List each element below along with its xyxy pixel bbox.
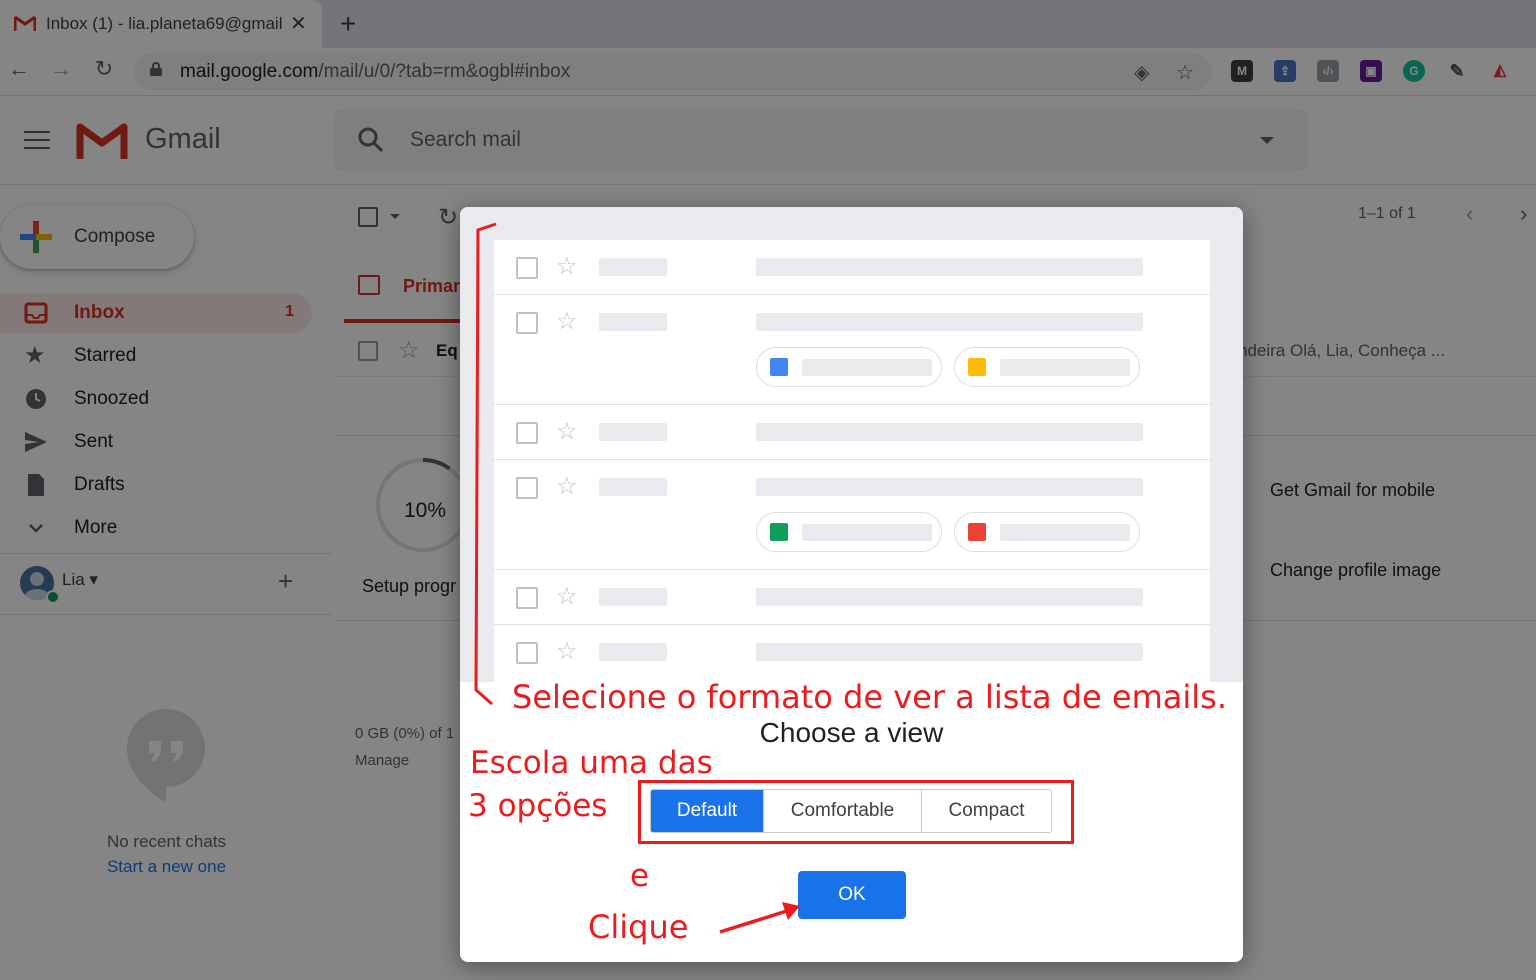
preview-checkbox bbox=[516, 477, 538, 499]
image-icon bbox=[968, 523, 986, 541]
attachment-chip bbox=[756, 512, 942, 552]
choose-view-dialog: ☆ ☆ ☆ ☆ ☆ ☆ Choose a view Default Comfor… bbox=[460, 207, 1243, 962]
view-preview: ☆ ☆ ☆ ☆ ☆ ☆ bbox=[460, 207, 1243, 682]
annotation-highlight-box bbox=[638, 780, 1074, 844]
preview-row: ☆ bbox=[494, 625, 1210, 682]
preview-email-list: ☆ ☆ ☆ ☆ ☆ ☆ bbox=[494, 240, 1210, 682]
preview-row: ☆ bbox=[494, 570, 1210, 625]
annotation-clique: Clique bbox=[588, 908, 689, 946]
annotation-choose-line2: 3 opções bbox=[468, 788, 608, 824]
sheets-icon bbox=[770, 523, 788, 541]
preview-row: ☆ bbox=[494, 460, 1210, 570]
ok-button[interactable]: OK bbox=[798, 871, 906, 919]
slides-icon bbox=[968, 358, 986, 376]
annotation-choose-line1: Escola uma das bbox=[470, 745, 713, 781]
attachment-chip bbox=[954, 512, 1140, 552]
docs-icon bbox=[770, 358, 788, 376]
annotation-select-format: Selecione o formato de ver a lista de em… bbox=[512, 678, 1227, 716]
preview-star-icon: ☆ bbox=[556, 583, 578, 610]
attachment-chip bbox=[756, 347, 942, 387]
annotation-bracket bbox=[474, 222, 497, 706]
preview-star-icon: ☆ bbox=[556, 253, 578, 280]
annotation-e: e bbox=[630, 858, 650, 894]
preview-star-icon: ☆ bbox=[556, 308, 578, 335]
preview-checkbox bbox=[516, 642, 538, 664]
preview-star-icon: ☆ bbox=[556, 418, 578, 445]
attachment-chip bbox=[954, 347, 1140, 387]
preview-checkbox bbox=[516, 257, 538, 279]
preview-checkbox bbox=[516, 587, 538, 609]
preview-row: ☆ bbox=[494, 405, 1210, 460]
preview-checkbox bbox=[516, 422, 538, 444]
preview-star-icon: ☆ bbox=[556, 473, 578, 500]
preview-checkbox bbox=[516, 312, 538, 334]
annotation-arrow bbox=[719, 902, 800, 934]
preview-row: ☆ bbox=[494, 240, 1210, 295]
preview-row: ☆ bbox=[494, 295, 1210, 405]
preview-star-icon: ☆ bbox=[556, 638, 578, 665]
